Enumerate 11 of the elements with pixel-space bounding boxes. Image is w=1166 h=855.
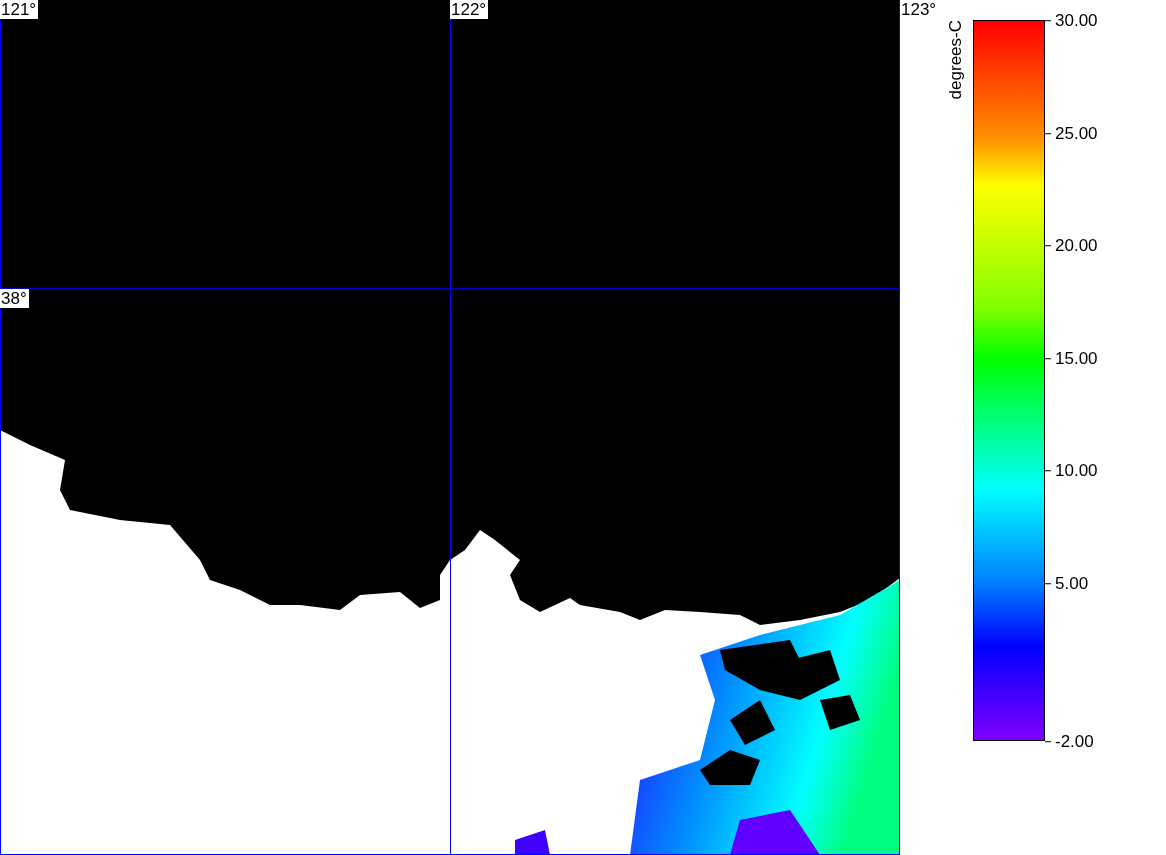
tick-label: 30.00 <box>1055 10 1098 33</box>
tick-label: 20.00 <box>1055 235 1098 258</box>
unit-label: degrees-C <box>947 20 964 100</box>
longitude-label: 121° <box>0 0 39 19</box>
tick-label: 25.00 <box>1055 122 1098 145</box>
longitude-label: 122° <box>450 0 489 19</box>
latitude-label: 38° <box>0 289 29 308</box>
tick-label: 5.00 <box>1055 572 1089 595</box>
tick-label: -2.00 <box>1055 731 1094 754</box>
tick-label: 15.00 <box>1055 347 1098 370</box>
tick-label: 10.00 <box>1055 460 1098 483</box>
